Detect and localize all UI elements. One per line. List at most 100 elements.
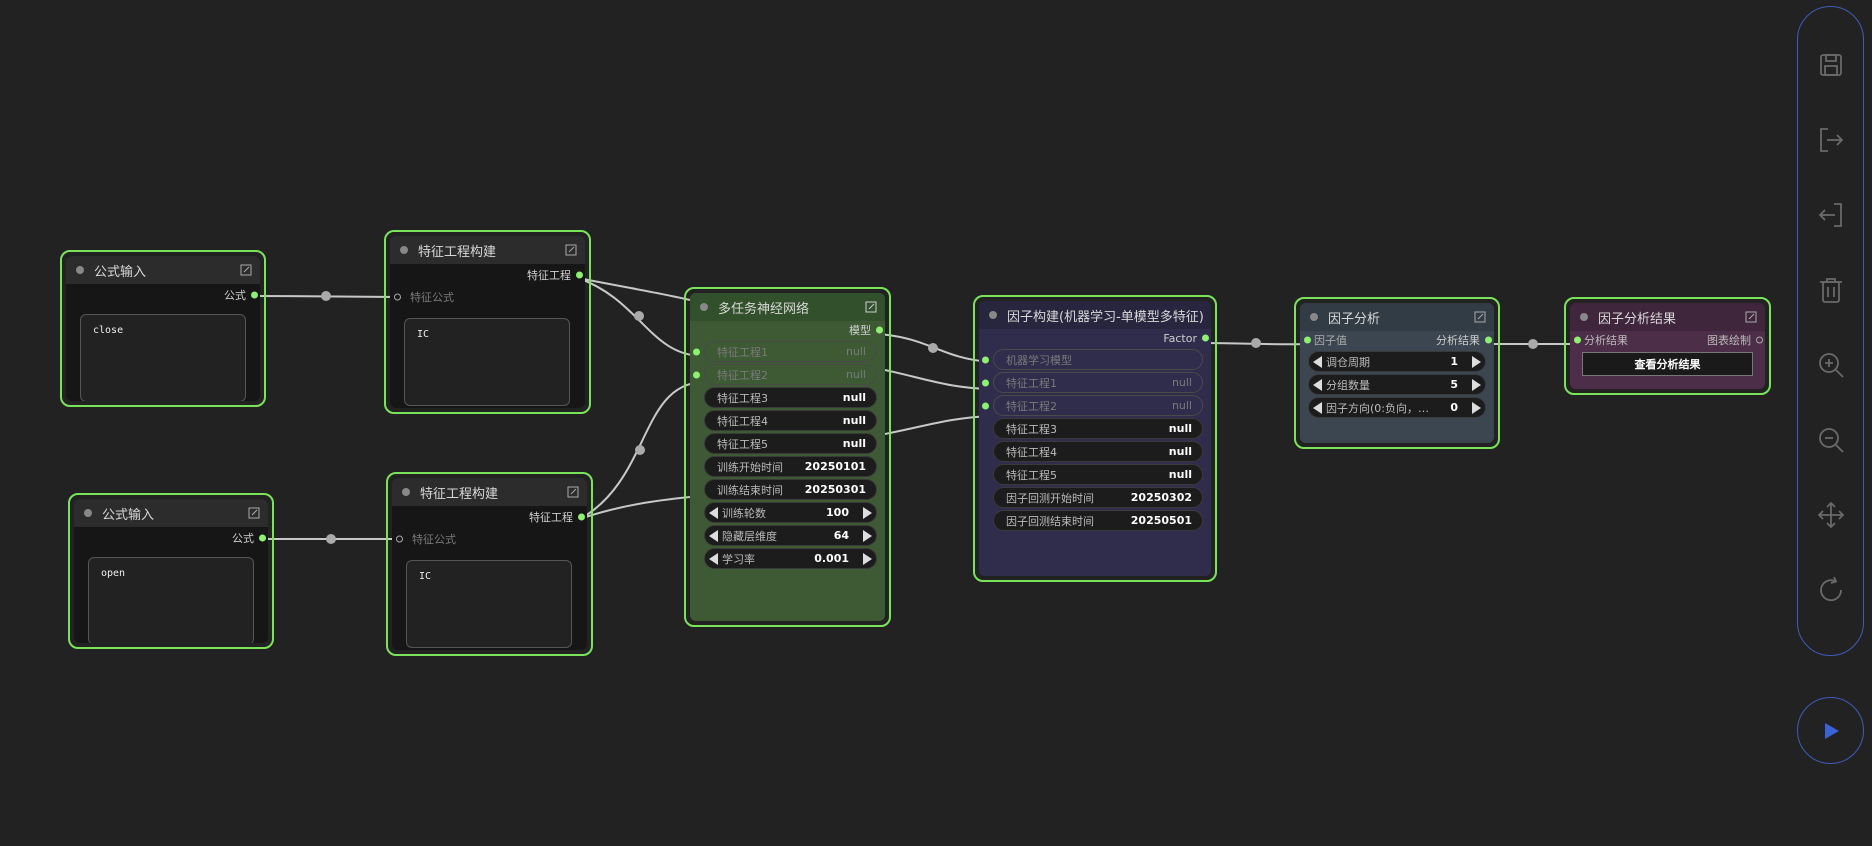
node-header[interactable]: 因子构建(机器学习-单模型多特征) [979,301,1211,329]
widget-train-end[interactable]: 训练结束时间 20250301 [704,479,877,500]
increment-icon[interactable] [1472,378,1481,391]
slot-connector[interactable] [394,293,401,301]
edit-icon[interactable] [1745,311,1757,323]
input-slot-feature-formula[interactable]: 特征公式 [392,528,587,550]
widget-feature-5[interactable]: 特征工程5 null [993,464,1203,485]
collapse-dot[interactable] [989,311,997,319]
delete-icon[interactable] [1815,274,1847,306]
widget-feature-1[interactable]: 特征工程1 null [693,341,877,362]
collapse-dot[interactable] [84,509,92,517]
decrement-icon[interactable] [1313,401,1322,414]
widget-feature-3[interactable]: 特征工程3 null [704,387,877,408]
run-button[interactable] [1797,697,1864,764]
feature-textarea[interactable]: IC [406,560,572,648]
feature-build-node-1[interactable]: 特征工程构建 特征工程 特征公式 IC [384,230,591,414]
input-slot-factor-value[interactable] [1304,336,1311,344]
widget-feature-4[interactable]: 特征工程4 null [704,410,877,431]
formula-textarea[interactable]: open [88,557,254,643]
widget-feature-2[interactable]: 特征工程2 null [693,364,877,385]
collapse-dot[interactable] [402,488,410,496]
widget-epochs[interactable]: 训练轮数 100 [704,502,877,523]
slot-connector[interactable] [396,535,403,543]
output-slot-formula[interactable]: 公式 [74,527,268,549]
collapse-dot[interactable] [1310,313,1318,321]
node-header[interactable]: 公式输入 [66,256,260,284]
widget-factor-direction[interactable]: 因子方向(0:负向，… 0 [1308,397,1486,418]
increment-icon[interactable] [1472,355,1481,368]
slot-connector[interactable] [982,356,989,363]
multitask-nn-node[interactable]: 多任务神经网络 模型 特征工程1 null 特征工程2 null 特征工程3 null… [684,287,891,627]
formula-textarea[interactable]: close [80,314,246,401]
output-slot-chart[interactable] [1756,336,1763,344]
output-slot-formula[interactable]: 公式 [66,284,260,306]
input-slot-feature-formula[interactable]: 特征公式 [390,286,585,308]
refresh-icon[interactable] [1815,574,1847,606]
decrement-icon[interactable] [709,506,718,519]
collapse-dot[interactable] [700,303,708,311]
decrement-icon[interactable] [1313,355,1322,368]
widget-group-count[interactable]: 分组数量 5 [1308,374,1486,395]
factor-build-node[interactable]: 因子构建(机器学习-单模型多特征) Factor 机器学习模型 特征工程1 nul… [973,295,1217,582]
widget-backtest-end[interactable]: 因子回测结束时间 20250501 [993,510,1203,531]
increment-icon[interactable] [863,506,872,519]
output-slot-feature[interactable]: 特征工程 [390,264,585,286]
decrement-icon[interactable] [709,552,718,565]
factor-analysis-node[interactable]: 因子分析 因子值 分析结果 调仓周期 1 分组数量 5 因子方向(0:负向，… 0 [1294,297,1500,449]
collapse-dot[interactable] [76,266,84,274]
edit-icon[interactable] [565,244,577,256]
output-slot-feature[interactable]: 特征工程 [392,506,587,528]
zoom-out-icon[interactable] [1815,424,1847,456]
import-icon[interactable] [1815,199,1847,231]
slot-connector[interactable] [982,402,989,409]
slot-connector[interactable] [876,326,883,334]
node-header[interactable]: 特征工程构建 [390,236,585,264]
output-slot-analysis-result[interactable] [1485,336,1492,344]
feature-build-node-2[interactable]: 特征工程构建 特征工程 特征公式 IC [386,472,593,656]
edit-icon[interactable] [248,507,260,519]
node-header[interactable]: 多任务神经网络 [690,293,885,321]
graph-canvas[interactable]: 公式输入 公式 close 特征工程构建 特征工程 特征公式 IC 公式输入 公… [0,0,1872,846]
save-icon[interactable] [1815,49,1847,81]
increment-icon[interactable] [863,552,872,565]
slot-connector[interactable] [576,271,583,279]
slot-connector[interactable] [1202,334,1209,342]
increment-icon[interactable] [863,529,872,542]
slot-connector[interactable] [693,348,700,355]
edit-icon[interactable] [240,264,252,276]
node-header[interactable]: 因子分析 [1300,303,1494,331]
view-result-button[interactable]: 查看分析结果 [1582,352,1753,376]
widget-ml-model[interactable]: 机器学习模型 [982,349,1203,370]
formula-input-node-1[interactable]: 公式输入 公式 close [60,250,266,407]
widget-feature-3[interactable]: 特征工程3 null [993,418,1203,439]
widget-feature-1[interactable]: 特征工程1 null [982,372,1203,393]
slot-connector[interactable] [982,379,989,386]
zoom-in-icon[interactable] [1815,349,1847,381]
node-header[interactable]: 特征工程构建 [392,478,587,506]
edit-icon[interactable] [1474,311,1486,323]
node-header[interactable]: 因子分析结果 [1570,303,1765,331]
collapse-dot[interactable] [1580,313,1588,321]
slot-connector[interactable] [693,371,700,378]
slot-connector[interactable] [578,513,585,521]
widget-hidden-dim[interactable]: 隐藏层维度 64 [704,525,877,546]
widget-feature-4[interactable]: 特征工程4 null [993,441,1203,462]
factor-result-node[interactable]: 因子分析结果 分析结果 图表绘制 查看分析结果 [1564,297,1771,395]
input-slot-analysis-result[interactable] [1574,336,1581,344]
edit-icon[interactable] [865,301,877,313]
edit-icon[interactable] [567,486,579,498]
node-header[interactable]: 公式输入 [74,499,268,527]
collapse-dot[interactable] [400,246,408,254]
move-icon[interactable] [1815,499,1847,531]
decrement-icon[interactable] [709,529,718,542]
slot-connector[interactable] [259,534,266,542]
feature-textarea[interactable]: IC [404,318,570,406]
output-slot-factor[interactable]: Factor [979,329,1211,347]
widget-learning-rate[interactable]: 学习率 0.001 [704,548,877,569]
decrement-icon[interactable] [1313,378,1322,391]
widget-backtest-start[interactable]: 因子回测开始时间 20250302 [993,487,1203,508]
formula-input-node-2[interactable]: 公式输入 公式 open [68,493,274,649]
widget-rebalance-period[interactable]: 调仓周期 1 [1308,351,1486,372]
widget-feature-5[interactable]: 特征工程5 null [704,433,877,454]
export-icon[interactable] [1815,124,1847,156]
slot-connector[interactable] [251,291,258,299]
